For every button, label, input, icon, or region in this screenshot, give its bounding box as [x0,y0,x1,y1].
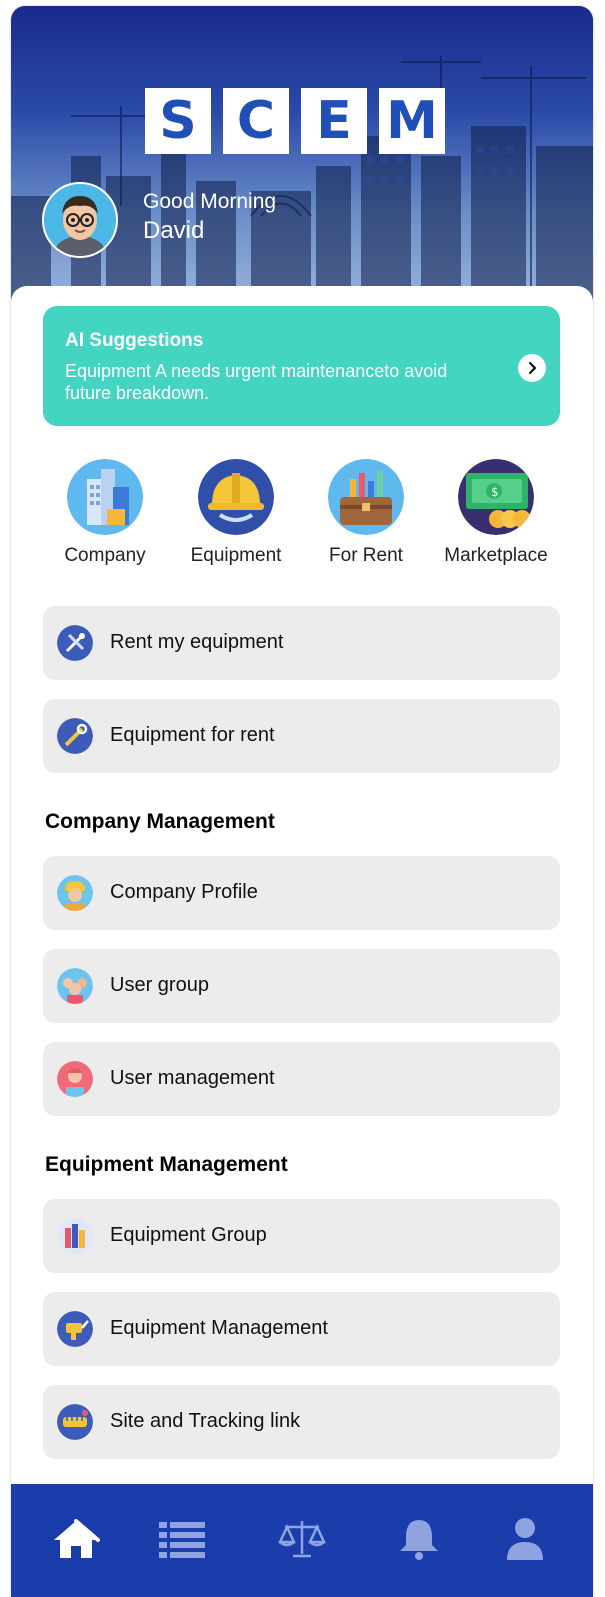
user-avatar[interactable] [42,182,118,258]
logo-letter-c: C [223,88,289,154]
home-icon [54,1519,100,1558]
logo-letter-e: E [301,88,367,154]
quick-actions: Company Equipment For Rent $ Marketplace [45,459,565,579]
equipment-group-icon [57,1218,93,1254]
row-label: Company Profile [110,881,258,903]
quick-action-label: Company [64,545,146,566]
greeting-text: Good Morning [143,190,277,213]
row-rent-my-equipment[interactable]: Rent my equipment [43,606,560,680]
hard-hat-icon [198,459,274,535]
row-equipment-for-rent[interactable]: Equipment for rent [43,699,560,773]
user-management-icon [57,1061,93,1097]
row-label: User management [110,1067,275,1089]
drill-icon [57,1311,93,1347]
app-screen: S C E M Good Morning David AI Suggestion… [11,6,593,1597]
quick-action-label: For Rent [329,545,403,566]
bell-icon [400,1520,438,1560]
tools-icon [57,625,93,661]
row-equipment-group[interactable]: Equipment Group [43,1199,560,1273]
logo-letter-s: S [145,88,211,154]
nav-legal[interactable] [274,1514,330,1564]
ai-card-title: AI Suggestions [65,330,204,351]
quick-action-equipment[interactable]: Equipment [176,459,296,567]
nav-profile[interactable] [497,1514,553,1564]
scale-icon [278,1521,326,1558]
user-name: David [143,217,205,244]
briefcase-chart-icon [328,459,404,535]
row-label: Equipment Management [110,1317,328,1339]
row-user-group[interactable]: User group [43,949,560,1023]
ai-suggestions-card[interactable]: AI Suggestions Equipment A needs urgent … [43,306,560,426]
scem-logo: S C E M [145,88,445,154]
ai-card-message: Equipment A needs urgent maintenanceto a… [65,361,448,403]
section-title-company: Company Management [45,810,275,833]
row-user-management[interactable]: User management [43,1042,560,1116]
nav-list[interactable] [154,1514,210,1564]
tape-measure-icon [57,1404,93,1440]
section-title-equipment: Equipment Management [45,1153,288,1176]
quick-action-label: Marketplace [444,545,548,566]
user-group-icon [57,968,93,1004]
nav-home[interactable] [48,1514,104,1564]
avatar-face-icon [54,196,106,256]
quick-action-marketplace[interactable]: $ Marketplace [436,459,556,567]
main-content: AI Suggestions Equipment A needs urgent … [11,286,593,1526]
list-icon [159,1522,205,1558]
logo-letter-m: M [379,88,445,154]
greeting-block: Good Morning David [143,190,276,246]
row-label: User group [110,974,209,996]
quick-action-company[interactable]: Company [45,459,165,567]
quick-action-for-rent[interactable]: For Rent [306,459,426,567]
quick-action-label: Equipment [190,545,282,566]
row-equipment-management[interactable]: Equipment Management [43,1292,560,1366]
header-banner: S C E M Good Morning David [11,6,593,306]
worker-icon [57,875,93,911]
bottom-navigation [11,1484,593,1597]
nav-notifications[interactable] [391,1514,447,1564]
chevron-right-icon[interactable] [518,354,546,382]
user-icon [507,1518,543,1560]
construction-skyline-illustration [11,56,593,306]
svg-text:$: $ [491,485,499,499]
row-label: Equipment for rent [110,724,275,746]
row-company-profile[interactable]: Company Profile [43,856,560,930]
row-label: Equipment Group [110,1224,267,1246]
row-label: Rent my equipment [110,631,284,653]
row-site-and-tracking-link[interactable]: Site and Tracking link [43,1385,560,1459]
row-label: Site and Tracking link [110,1410,301,1432]
money-coins-icon: $ [458,459,534,535]
wrench-icon [57,718,93,754]
building-icon [67,459,143,535]
